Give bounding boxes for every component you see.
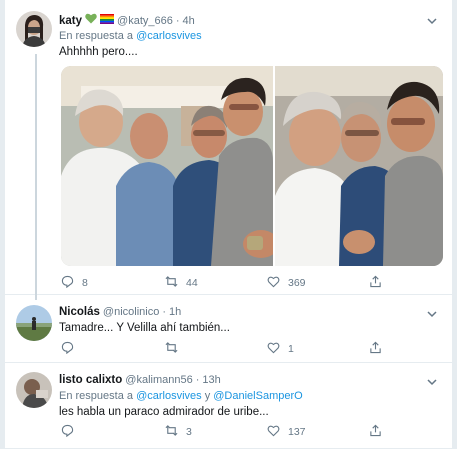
reply-icon <box>61 275 74 291</box>
share-icon <box>369 424 382 440</box>
reply-icon <box>61 341 74 357</box>
mention-link[interactable]: @carlosvives <box>136 390 202 402</box>
retweet-icon <box>165 424 178 440</box>
reply-button[interactable]: 8 <box>61 275 88 291</box>
tweet-media[interactable] <box>61 66 443 266</box>
retweet-count: 3 <box>186 426 192 438</box>
handle[interactable]: @nicolinico <box>103 306 159 318</box>
reply-icon <box>61 424 74 440</box>
heart-icon <box>267 424 280 440</box>
retweet-button[interactable] <box>165 342 186 356</box>
reply-prefix: En respuesta a <box>59 390 133 402</box>
heart-icon <box>267 275 280 291</box>
retweet-button[interactable]: 3 <box>165 425 192 439</box>
separator-dot: · <box>175 15 180 27</box>
display-name[interactable]: Nicolás <box>59 306 100 318</box>
timestamp[interactable]: 13h <box>202 374 220 386</box>
timeline: katy @katy_666 · 4h En respuesta a @carl… <box>4 0 453 449</box>
tweet-text: les habla un paraco admirador de uribe..… <box>59 406 269 418</box>
like-button[interactable]: 369 <box>267 276 306 290</box>
like-count: 1 <box>288 343 294 355</box>
rainbow-flag-icon <box>100 14 115 27</box>
chevron-down-icon[interactable] <box>426 376 438 388</box>
separator-dot: · <box>162 306 167 318</box>
display-name[interactable]: katy <box>59 15 82 27</box>
reply-context: En respuesta a @carlosvives y @DanielSam… <box>59 390 303 402</box>
avatar[interactable] <box>16 372 52 408</box>
photo-right[interactable] <box>275 66 443 266</box>
mention-link[interactable]: @carlosvives <box>136 30 202 42</box>
reply-joiner: y <box>204 390 211 402</box>
chevron-down-icon[interactable] <box>426 308 438 320</box>
handle[interactable]: @kalimann56 <box>125 374 192 386</box>
thread-line <box>35 54 37 300</box>
like-count: 137 <box>288 426 306 438</box>
share-button[interactable] <box>369 341 382 357</box>
chevron-down-icon[interactable] <box>426 15 438 27</box>
avatar[interactable] <box>16 305 52 341</box>
retweet-count: 44 <box>186 277 198 289</box>
reply-count: 8 <box>82 277 88 289</box>
heart-icon <box>267 341 280 357</box>
tweet[interactable]: Nicolás @nicolinico · 1h Tamadre... Y Ve… <box>5 295 452 363</box>
mention-link[interactable]: @DanielSamperO <box>213 390 302 402</box>
share-button[interactable] <box>369 424 382 440</box>
share-icon <box>369 341 382 357</box>
reply-button[interactable] <box>61 424 82 440</box>
timestamp[interactable]: 1h <box>169 306 181 318</box>
tweet-actions: 1 <box>61 341 401 357</box>
reply-button[interactable] <box>61 341 82 357</box>
display-name[interactable]: listo calixto <box>59 374 122 386</box>
handle[interactable]: @katy_666 <box>117 15 173 27</box>
tweet-header: katy @katy_666 · 4h <box>59 13 195 29</box>
tweet-header: Nicolás @nicolinico · 1h <box>59 306 181 322</box>
tweet[interactable]: katy @katy_666 · 4h En respuesta a @carl… <box>5 0 452 300</box>
reply-context: En respuesta a @carlosvives <box>59 30 202 42</box>
tweet-text: Ahhhhh pero.... <box>59 46 138 58</box>
timestamp[interactable]: 4h <box>183 15 195 27</box>
green-heart-icon <box>85 13 97 27</box>
tweet[interactable]: listo calixto @kalimann56 · 13h En respu… <box>5 363 452 449</box>
separator-dot: · <box>195 374 200 386</box>
retweet-icon <box>165 275 178 291</box>
photo-left[interactable] <box>61 66 279 266</box>
reply-prefix: En respuesta a <box>59 30 133 42</box>
tweet-actions: 3 137 <box>61 424 401 440</box>
avatar[interactable] <box>16 11 52 47</box>
tweet-actions: 8 44 369 <box>61 275 401 291</box>
retweet-button[interactable]: 44 <box>165 276 198 290</box>
tweet-text: Tamadre... Y Velilla ahí también... <box>59 322 230 334</box>
share-button[interactable] <box>369 275 382 291</box>
like-count: 369 <box>288 277 306 289</box>
like-button[interactable]: 1 <box>267 342 294 356</box>
share-icon <box>369 275 382 291</box>
like-button[interactable]: 137 <box>267 425 306 439</box>
tweet-header: listo calixto @kalimann56 · 13h <box>59 374 221 390</box>
retweet-icon <box>165 341 178 357</box>
